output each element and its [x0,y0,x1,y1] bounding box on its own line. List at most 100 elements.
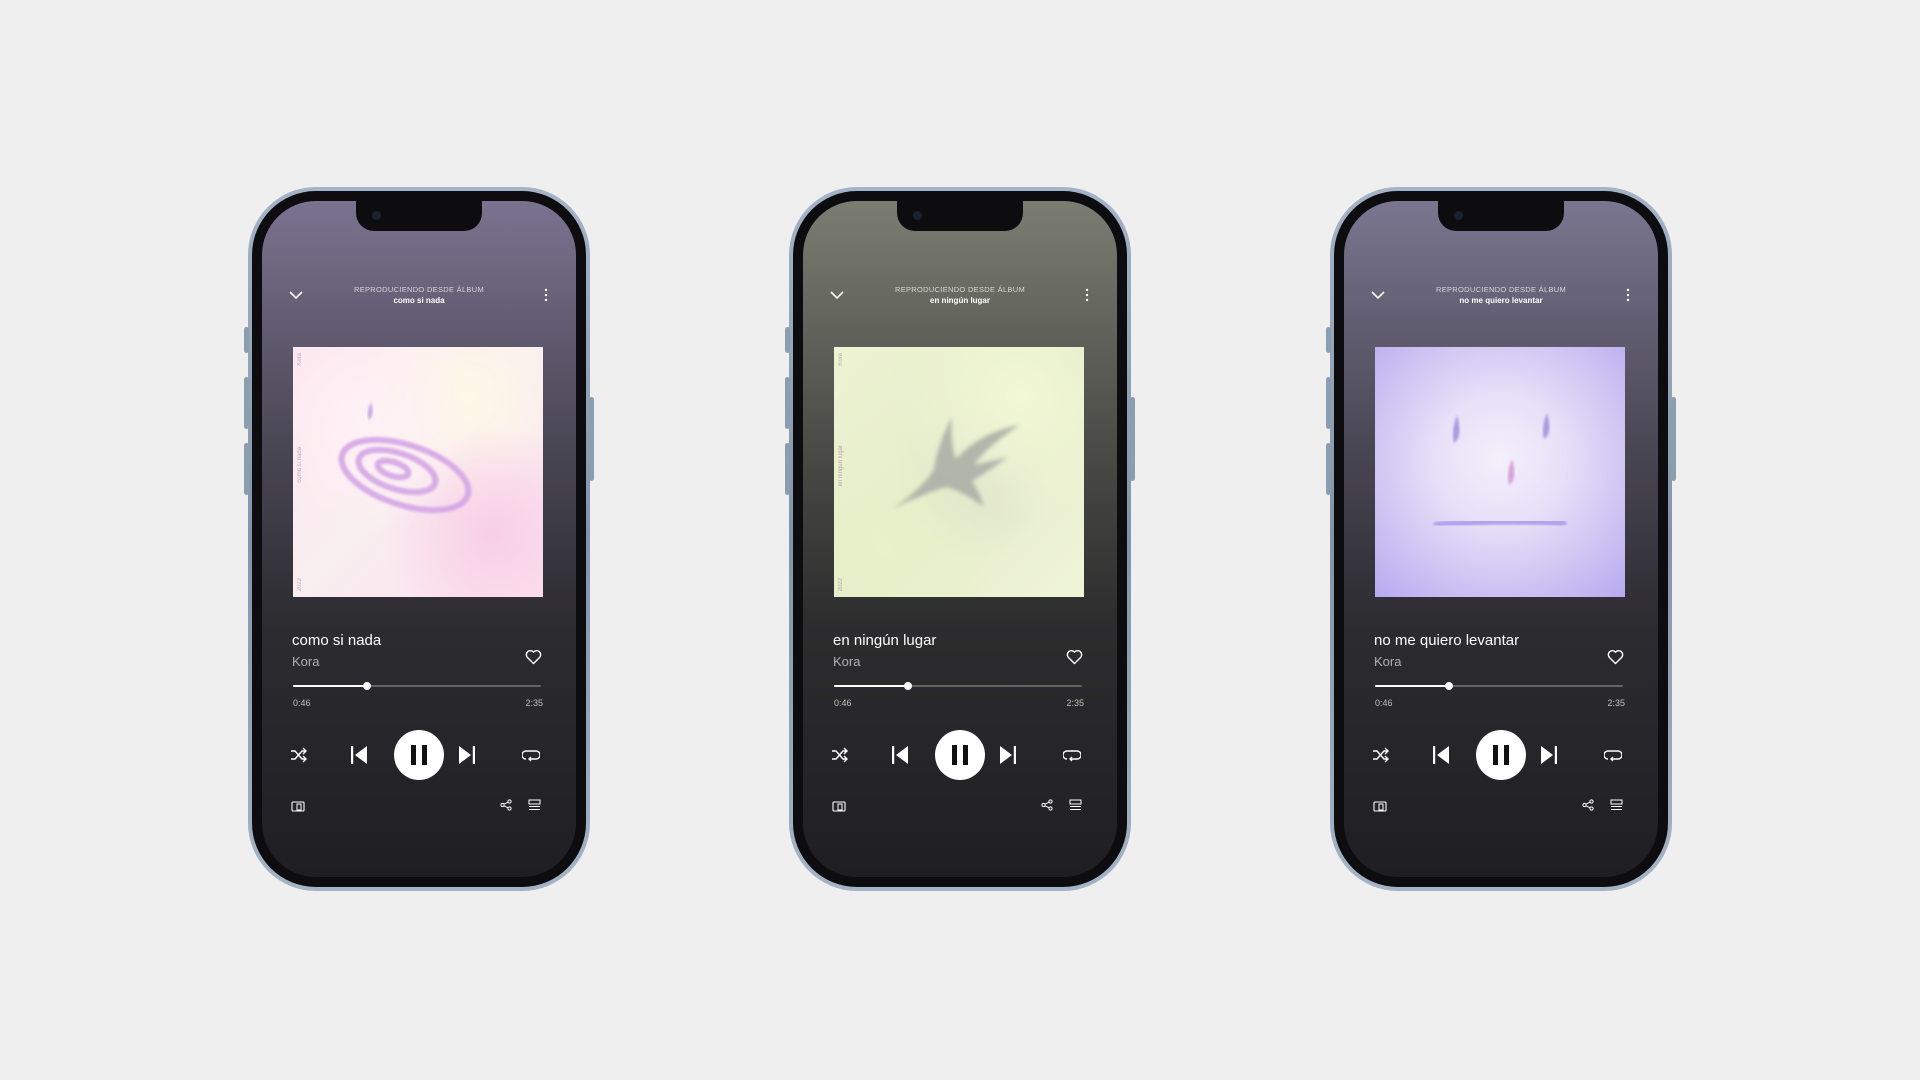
album-name[interactable]: no me quiero levantar [1344,296,1658,305]
heart-icon[interactable] [525,649,542,665]
cover-year-text: 2022 [297,577,303,591]
camera [1454,211,1463,220]
phone-2: REPRODUCIENDO DESDE ÁLBUM en ningún luga… [785,187,1135,891]
devices-icon[interactable] [832,801,846,813]
volume-up-button [1326,377,1331,429]
playing-from-label: REPRODUCIENDO DESDE ÁLBUM [894,285,1026,294]
pause-icon [952,745,968,765]
devices-icon[interactable] [291,801,305,813]
face-artwork [1433,413,1567,529]
player-screen: REPRODUCIENDO DESDE ÁLBUM en ningún luga… [803,201,1117,877]
cover-artist-text: Kora [838,353,844,366]
heart-icon[interactable] [1066,649,1083,665]
shuffle-icon[interactable] [831,747,849,763]
phone-3: REPRODUCIENDO DESDE ÁLBUM no me quiero l… [1326,187,1676,891]
progress-fill [834,685,909,687]
spiral-artwork [338,402,472,514]
cover-artist-text: Kora [297,353,303,366]
shuffle-icon[interactable] [1372,747,1390,763]
share-icon[interactable] [1041,799,1053,811]
notch [1438,201,1564,231]
elapsed-time: 0:46 [1375,698,1393,708]
queue-icon[interactable] [1069,799,1082,811]
playing-from-label: REPRODUCIENDO DESDE ÁLBUM [1435,285,1567,294]
progress-knob[interactable] [1445,682,1454,690]
progress-knob[interactable] [363,682,372,690]
repeat-icon[interactable] [522,747,540,763]
skip-next-icon[interactable] [999,745,1017,765]
volume-up-button [244,377,249,429]
repeat-icon[interactable] [1604,747,1622,763]
skip-next-icon[interactable] [1540,745,1558,765]
camera [913,211,922,220]
skip-previous-icon[interactable] [350,745,368,765]
power-button [1671,397,1676,481]
devices-icon[interactable] [1373,801,1387,813]
share-icon[interactable] [500,799,512,811]
album-cover [1375,347,1625,597]
progress-fill [1375,685,1450,687]
skip-previous-icon[interactable] [1432,745,1450,765]
player-screen: REPRODUCIENDO DESDE ÁLBUM no me quiero l… [1344,201,1658,877]
track-title: como si nada [292,632,382,649]
more-vertical-icon[interactable] [1626,288,1630,302]
mute-switch [785,327,790,353]
volume-down-button [1326,443,1331,495]
pause-icon [411,745,427,765]
cover-title-text: como si nada [297,447,303,483]
repeat-icon[interactable] [1063,747,1081,763]
power-button [1130,397,1135,481]
progress-bar[interactable] [834,682,1082,690]
chevron-down-icon[interactable] [288,289,304,301]
track-artist[interactable]: Kora [292,654,319,669]
track-title: en ningún lugar [833,632,937,649]
shuffle-icon[interactable] [290,747,308,763]
cover-year-text: 2022 [838,577,844,591]
more-vertical-icon[interactable] [544,288,548,302]
queue-icon[interactable] [1610,799,1623,811]
album-name[interactable]: en ningún lugar [803,296,1117,305]
chevron-down-icon[interactable] [829,289,845,301]
play-pause-button[interactable] [1476,730,1526,780]
camera [372,211,381,220]
playing-from-label: REPRODUCIENDO DESDE ÁLBUM [353,285,485,294]
album-name[interactable]: como si nada [262,296,576,305]
album-cover: Kora en ningún lugar 2022 [834,347,1084,597]
track-artist[interactable]: Kora [1374,654,1401,669]
player-header: REPRODUCIENDO DESDE ÁLBUM como si nada [262,283,576,313]
progress-bar[interactable] [293,682,541,690]
power-button [589,397,594,481]
chevron-down-icon[interactable] [1370,289,1386,301]
track-title: no me quiero levantar [1374,632,1520,649]
skip-previous-icon[interactable] [891,745,909,765]
total-time: 2:35 [525,698,543,708]
mute-switch [244,327,249,353]
queue-icon[interactable] [528,799,541,811]
volume-up-button [785,377,790,429]
progress-fill [293,685,368,687]
play-pause-button[interactable] [394,730,444,780]
album-cover: Kora como si nada 2022 [293,347,543,597]
share-icon[interactable] [1582,799,1594,811]
progress-bar[interactable] [1375,682,1623,690]
cover-title-text: en ningún lugar [838,445,844,487]
elapsed-time: 0:46 [834,698,852,708]
total-time: 2:35 [1607,698,1625,708]
notch [897,201,1023,231]
heart-icon[interactable] [1607,649,1624,665]
skip-next-icon[interactable] [458,745,476,765]
track-artist[interactable]: Kora [833,654,860,669]
player-screen: REPRODUCIENDO DESDE ÁLBUM como si nada K… [262,201,576,877]
mute-switch [1326,327,1331,353]
elapsed-time: 0:46 [293,698,311,708]
volume-down-button [244,443,249,495]
more-vertical-icon[interactable] [1085,288,1089,302]
pause-icon [1493,745,1509,765]
volume-down-button [785,443,790,495]
player-header: REPRODUCIENDO DESDE ÁLBUM no me quiero l… [1344,283,1658,313]
play-pause-button[interactable] [935,730,985,780]
phone-1: REPRODUCIENDO DESDE ÁLBUM como si nada K… [244,187,594,891]
notch [356,201,482,231]
progress-knob[interactable] [904,682,913,690]
star-artwork [892,417,1020,509]
